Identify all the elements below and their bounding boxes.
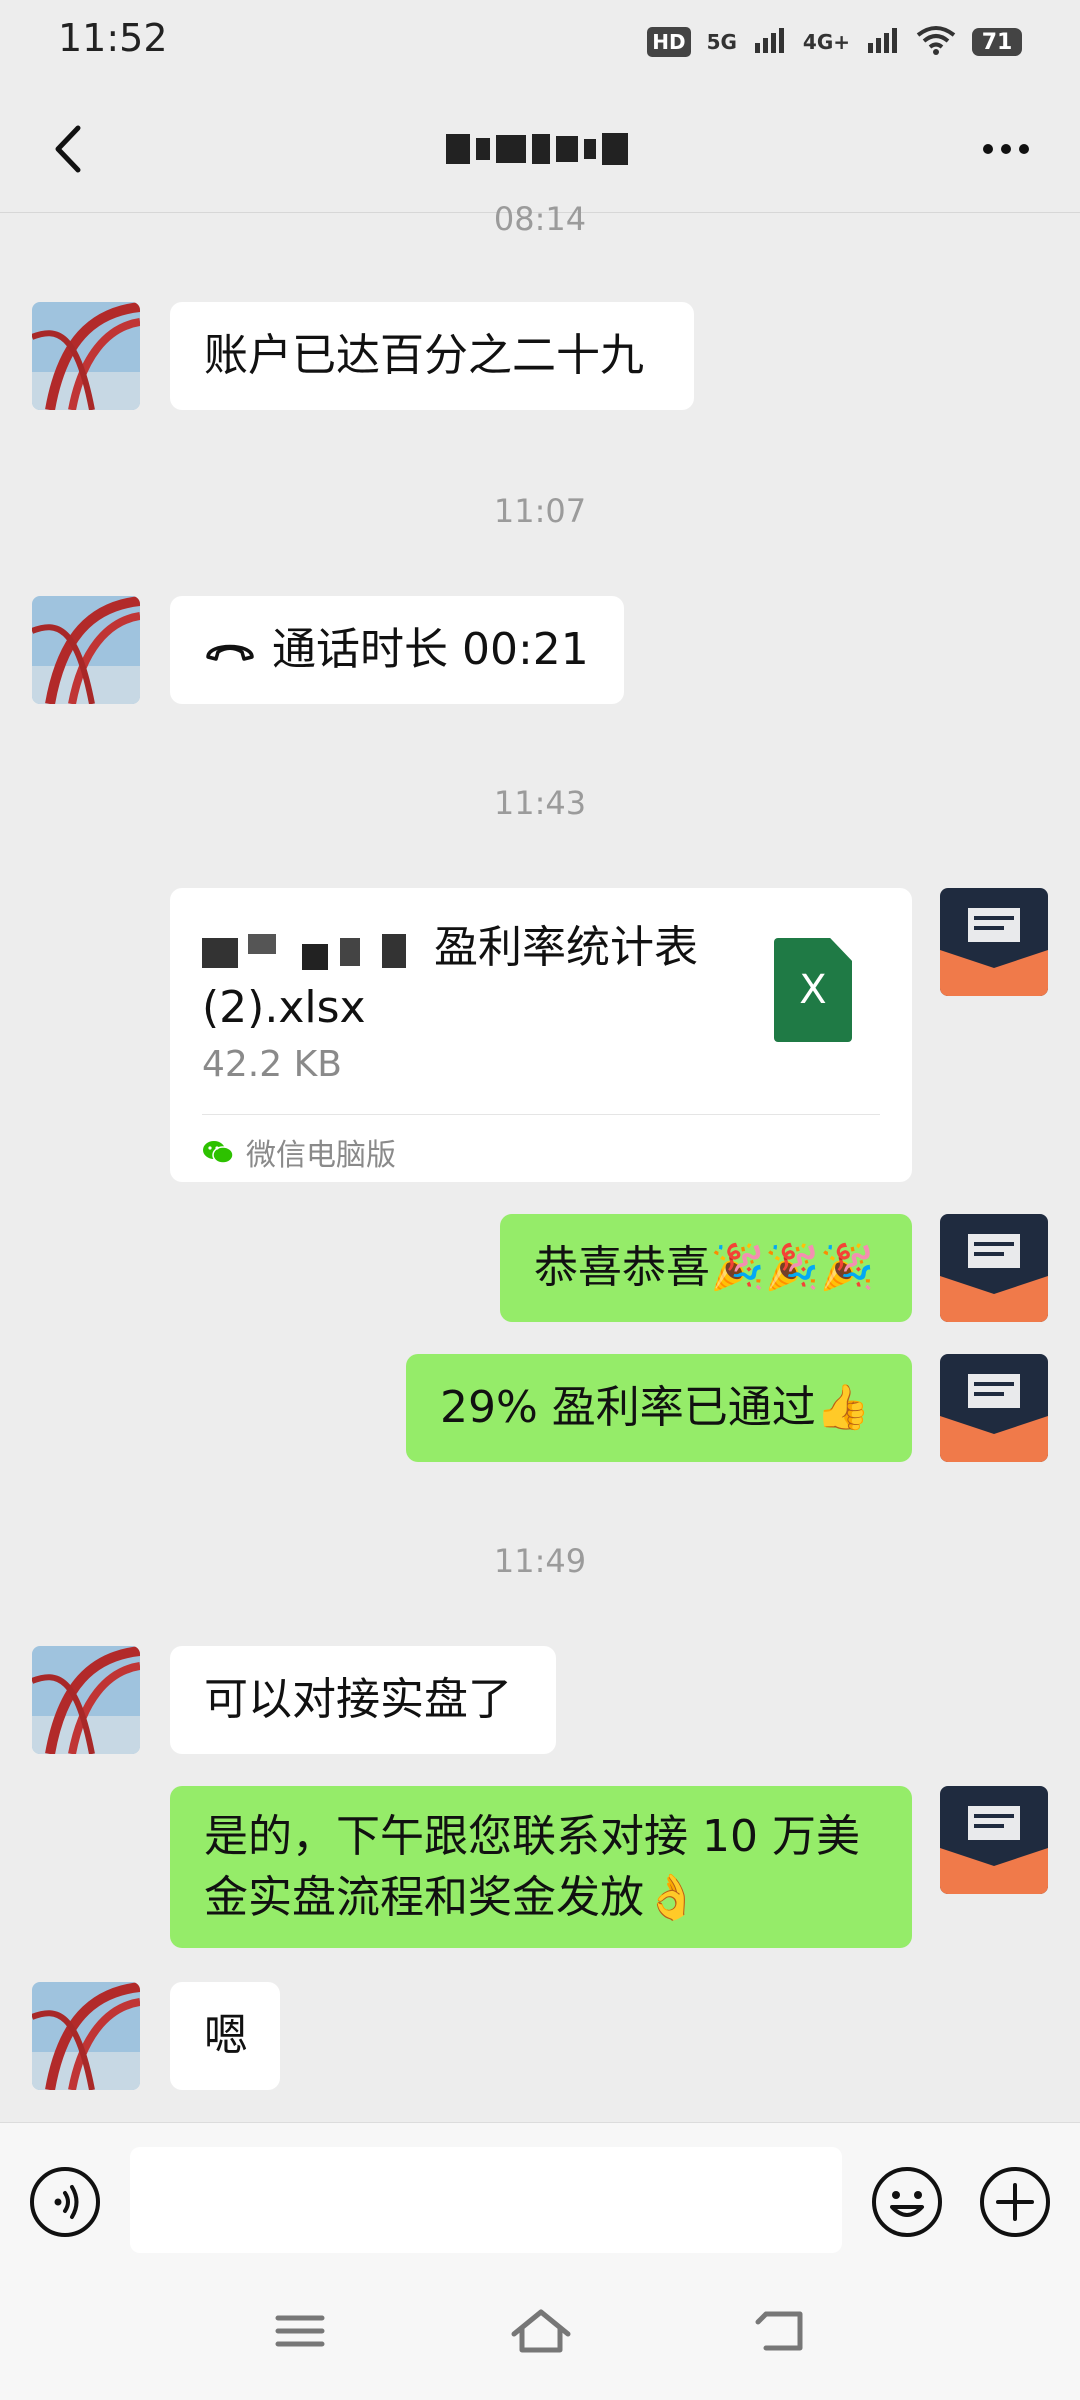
status-time: 11:52 <box>58 16 168 60</box>
message-bubble[interactable]: 嗯 <box>170 1982 280 2090</box>
signal-icon <box>753 27 787 57</box>
excel-icon: X <box>774 938 852 1042</box>
my-avatar[interactable] <box>940 1354 1048 1462</box>
menu-button[interactable] <box>272 2306 328 2360</box>
my-avatar[interactable] <box>940 1214 1048 1322</box>
status-bar: 11:52 HD 5G 4G+ 71 <box>0 0 1080 84</box>
network-4g: 4G+ <box>802 30 850 54</box>
timestamp: 11:49 <box>493 1542 587 1580</box>
menu-icon <box>275 2315 325 2347</box>
more-icon <box>983 144 1029 154</box>
file-size: 42.2 KB <box>202 1044 342 1085</box>
network-5g: 5G <box>706 30 737 54</box>
wechat-icon <box>203 1141 234 1164</box>
home-button[interactable] <box>510 2306 572 2360</box>
signal-icon-2 <box>866 27 900 57</box>
hd-badge: HD <box>647 27 691 57</box>
more-button[interactable] <box>966 124 1046 174</box>
system-nav-bar <box>0 2262 1080 2400</box>
message-bubble[interactable]: 恭喜恭喜🎉🎉🎉 <box>500 1214 912 1322</box>
message-bubble[interactable]: 账户已达百分之二十九 <box>170 302 694 410</box>
voice-button[interactable] <box>28 2165 102 2243</box>
phone-icon <box>206 644 254 661</box>
wifi-icon <box>916 25 956 59</box>
file-message[interactable]: 盈利率统计表 (2).xlsx X 42.2 KB 微信电脑版 <box>170 888 912 1182</box>
timestamp: 11:07 <box>493 492 587 530</box>
file-source: 微信电脑版 <box>202 1128 396 1176</box>
back-nav-button[interactable] <box>752 2306 808 2360</box>
my-avatar[interactable] <box>940 1786 1048 1894</box>
chat-header <box>0 84 1080 214</box>
call-bubble[interactable]: 通话时长 00:21 <box>170 596 624 704</box>
return-icon <box>755 2311 803 2351</box>
status-icons: HD 5G 4G+ 71 <box>647 20 1022 64</box>
file-name: 盈利率统计表 (2).xlsx <box>202 922 698 1033</box>
chat-title <box>380 124 700 174</box>
call-duration: 通话时长 00:21 <box>272 624 589 675</box>
emoji-button[interactable] <box>870 2165 944 2243</box>
back-icon <box>55 125 81 173</box>
contact-avatar[interactable] <box>32 1982 140 2090</box>
battery-icon: 71 <box>972 28 1022 56</box>
back-button[interactable] <box>34 114 104 184</box>
message-input[interactable] <box>130 2147 842 2253</box>
timestamp: 11:43 <box>493 784 587 822</box>
contact-avatar[interactable] <box>32 302 140 410</box>
voice-icon <box>30 2167 100 2237</box>
plus-icon <box>980 2167 1050 2237</box>
message-bubble[interactable]: 29% 盈利率已通过👍 <box>406 1354 912 1462</box>
plus-button[interactable] <box>978 2165 1052 2243</box>
emoji-icon <box>872 2167 942 2237</box>
my-avatar[interactable] <box>940 888 1048 996</box>
message-bubble[interactable]: 是的，下午跟您联系对接 10 万美金实盘流程和奖金发放👌 <box>170 1786 912 1948</box>
file-divider <box>202 1114 880 1115</box>
input-bar <box>0 2122 1080 2263</box>
contact-avatar[interactable] <box>32 596 140 704</box>
message-bubble[interactable]: 可以对接实盘了 <box>170 1646 556 1754</box>
contact-avatar[interactable] <box>32 1646 140 1754</box>
timestamp: 08:14 <box>493 200 587 238</box>
home-icon <box>511 2309 571 2353</box>
redacted-prefix <box>202 930 434 970</box>
